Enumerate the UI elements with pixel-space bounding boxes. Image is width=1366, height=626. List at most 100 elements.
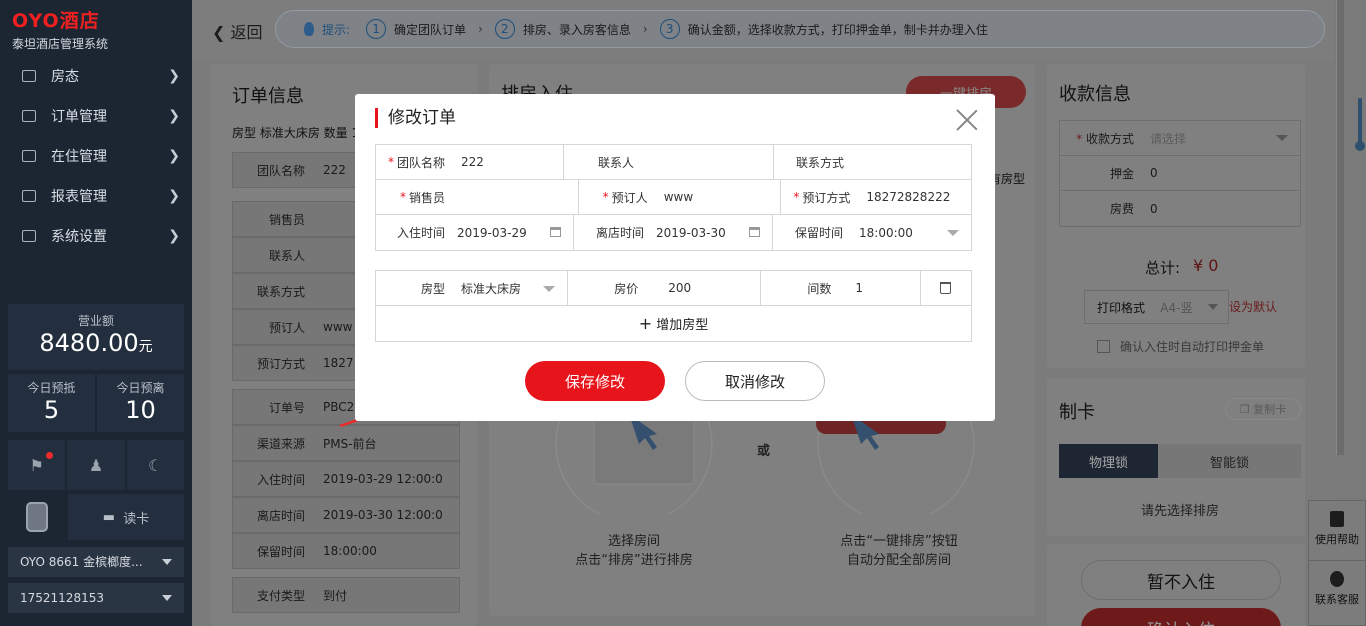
- not-checkin-button[interactable]: 暂不入住: [1081, 560, 1281, 600]
- order-info-title: 订单信息: [232, 86, 304, 107]
- payment-panel: 收款信息 * 收款方式 请选择 押金 0 房费 0 总计: ¥ 0 打印格式 A4-…: [1047, 64, 1305, 368]
- trash-icon: [940, 282, 952, 294]
- customer-service-button[interactable]: 联系客服: [1309, 561, 1365, 621]
- team-name-field[interactable]: * 团队名称 222: [376, 145, 564, 179]
- print-format-select[interactable]: 打印格式 A4-竖: [1084, 290, 1229, 324]
- sidebar-item-inhouse[interactable]: 在住管理 ❯: [0, 136, 192, 176]
- one-click-hint: 点击“一键排房”按钮 自动分配全部房间: [840, 534, 958, 568]
- order-summary: 房型 标准大床房 数量 1: [232, 126, 360, 140]
- set-default-link[interactable]: 设为默认: [1229, 298, 1277, 315]
- form-row: * 销售员 * 预订人 www * 预订方式 18272828222: [376, 180, 971, 215]
- step-number: 2: [494, 19, 515, 39]
- auto-print-checkbox[interactable]: 确认入住时自动打印押金单: [1097, 338, 1264, 355]
- or-label: 或: [757, 444, 771, 459]
- checkout-date-field[interactable]: 离店时间 2019-03-30: [574, 215, 773, 250]
- scrollbar-thumb[interactable]: [1336, 0, 1344, 455]
- checkbox-icon: [1097, 340, 1110, 353]
- revenue-label: 营业额: [77, 314, 114, 328]
- sidebar-item-label: 报表管理: [51, 189, 107, 205]
- bell-icon[interactable]: ⚑: [8, 440, 66, 490]
- caret-down-icon: [162, 559, 172, 565]
- caret-down-icon: [1276, 135, 1288, 141]
- card-panel: 制卡 ❐ 复制卡 物理锁 智能锁 请先选择排房: [1047, 378, 1305, 536]
- chevron-right-icon: ❯: [168, 188, 180, 204]
- today-arrive-value: 5: [43, 396, 60, 424]
- save-button[interactable]: 保存修改: [525, 361, 665, 401]
- headset-icon: [1330, 571, 1344, 587]
- order-form: * 团队名称 222 联系人 联系方式 * 销售员 * 预订人 www * 预订方式 1827…: [375, 144, 972, 251]
- chevron-right-icon: ›: [642, 22, 648, 36]
- form-row: * 团队名称 222 联系人 联系方式: [376, 145, 971, 180]
- hotel-select[interactable]: OYO 8661 金槟榔度...: [8, 547, 184, 577]
- order-row: 保留时间 18:00:00: [232, 533, 460, 569]
- account-select[interactable]: 17521128153: [8, 583, 184, 613]
- quick-icons: ⚑ ♟ ☾: [8, 440, 184, 490]
- sidebar-item-label: 系统设置: [51, 229, 107, 245]
- user-icon[interactable]: ♟: [67, 440, 125, 490]
- card-reader-device-icon: [8, 494, 66, 540]
- delete-room-type-button[interactable]: [921, 271, 971, 305]
- step-text: 确定团队订单: [394, 22, 467, 37]
- order-row: 入住时间 2019-03-29 12:00:0: [232, 461, 460, 497]
- contact-method-field[interactable]: 联系方式: [774, 145, 971, 179]
- card-reader-row: ▬ 读卡: [8, 494, 184, 540]
- cancel-button[interactable]: 取消修改: [685, 361, 825, 401]
- total-label: 总计:: [1145, 259, 1181, 277]
- today-depart[interactable]: 今日预离 10: [97, 374, 184, 432]
- sidebar-item-room-status[interactable]: 房态 ❯: [0, 56, 192, 96]
- select-room-hint: 选择房间 点击“排房”进行排房: [575, 534, 693, 568]
- today-arrive[interactable]: 今日预抵 5: [8, 374, 95, 432]
- hold-time-select[interactable]: 保留时间 18:00:00: [773, 215, 971, 250]
- payment-method-select[interactable]: * 收款方式 请选择: [1060, 121, 1300, 156]
- bed-icon: [22, 150, 36, 162]
- tab-smart-lock[interactable]: 智能锁: [1158, 444, 1301, 478]
- calendar-icon: [550, 227, 561, 237]
- today-arrive-label: 今日预抵: [27, 381, 76, 395]
- monitor-icon: [22, 230, 36, 242]
- sales-field[interactable]: * 销售员: [376, 180, 579, 214]
- sidebar-item-label: 订单管理: [51, 109, 107, 125]
- chevron-right-icon: ❯: [168, 148, 180, 164]
- caret-down-icon: [947, 230, 959, 236]
- room-type-row: 房型 标准大床房 房价 200 间数 1: [376, 271, 971, 306]
- sidebar-item-reports[interactable]: 报表管理 ❯: [0, 176, 192, 216]
- checkin-date-field[interactable]: 入住时间 2019-03-29: [376, 215, 574, 250]
- step-text: 排房、录入房客信息: [522, 22, 631, 37]
- tab-physical-lock[interactable]: 物理锁: [1059, 444, 1158, 478]
- room-price-field[interactable]: 房价 200: [568, 271, 762, 305]
- room-type-select[interactable]: 房型 标准大床房: [376, 271, 569, 305]
- card-title: 制卡: [1059, 402, 1095, 423]
- logo: OYO酒店 泰坦酒店管理系统: [12, 6, 108, 52]
- copy-card-button[interactable]: ❐ 复制卡: [1225, 398, 1301, 420]
- sidebar-item-orders[interactable]: 订单管理 ❯: [0, 96, 192, 136]
- tip-label: 提示:: [322, 22, 351, 37]
- payment-fields: * 收款方式 请选择 押金 0 房费 0: [1059, 120, 1301, 227]
- room-count-field[interactable]: 间数 1: [761, 271, 921, 305]
- deposit-field[interactable]: 押金 0: [1060, 156, 1300, 191]
- contact-field[interactable]: 联系人: [564, 145, 774, 179]
- revenue-box: 营业额 8480.00元: [8, 304, 184, 370]
- caret-down-icon: [1208, 304, 1218, 310]
- brand-logo: OYO酒店: [12, 10, 100, 32]
- close-icon[interactable]: [955, 108, 979, 132]
- step-number: 3: [659, 19, 680, 39]
- chevron-right-icon: ❯: [168, 108, 180, 124]
- read-card-button[interactable]: ▬ 读卡: [68, 494, 184, 540]
- action-panel: 暂不入住 确认入住: [1047, 544, 1305, 626]
- moon-icon[interactable]: ☾: [126, 440, 184, 490]
- help-button[interactable]: 使用帮助: [1309, 501, 1365, 561]
- form-row: 入住时间 2019-03-29 离店时间 2019-03-30 保留时间 18:00:…: [376, 215, 971, 250]
- add-room-type-button[interactable]: + 增加房型: [376, 306, 971, 341]
- topbar: ❮ 返回 提示: 1 确定团队订单 › 2 排房、录入房客信息 › 3 确认金额…: [192, 0, 1334, 60]
- chevron-right-icon: ❯: [168, 68, 180, 84]
- sidebar-item-label: 在住管理: [51, 149, 107, 165]
- confirm-checkin-button[interactable]: 确认入住: [1081, 608, 1281, 626]
- room-type-form: 房型 标准大床房 房价 200 间数 1 + 增加房型: [375, 270, 972, 342]
- booker-field[interactable]: * 预订人 www: [579, 180, 782, 214]
- room-fee-field[interactable]: 房费 0: [1060, 191, 1300, 226]
- floating-help-panel: 使用帮助 联系客服: [1308, 500, 1366, 626]
- back-button[interactable]: ❮ 返回: [212, 19, 263, 43]
- sidebar-item-settings[interactable]: 系统设置 ❯: [0, 216, 192, 256]
- chevron-right-icon: ❯: [168, 228, 180, 244]
- booking-method-field[interactable]: * 预订方式 18272828222: [781, 180, 971, 214]
